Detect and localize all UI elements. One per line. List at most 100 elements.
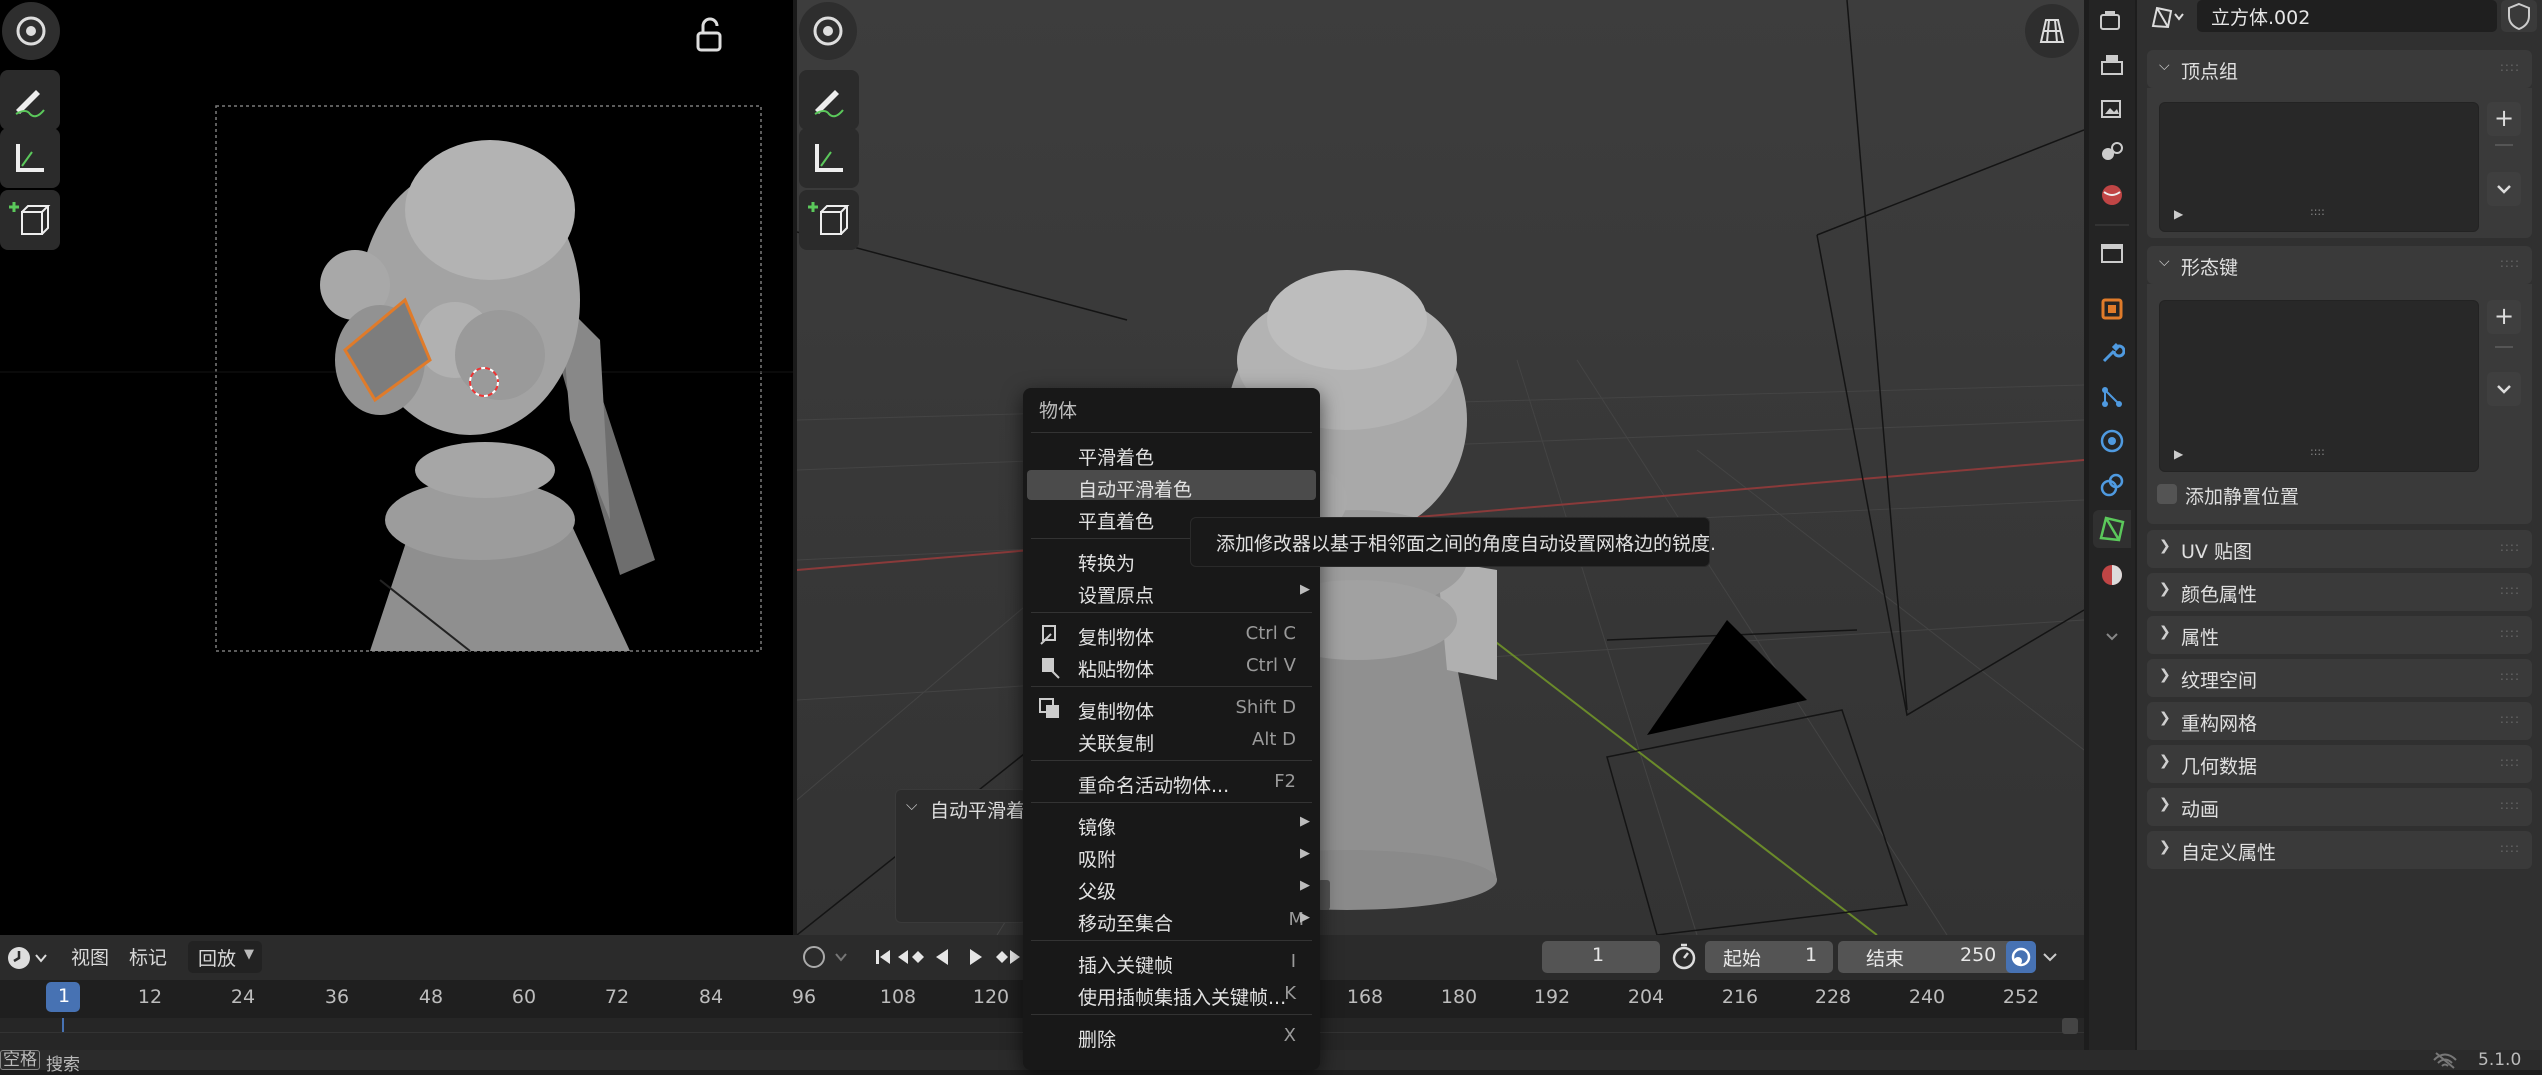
menu-item-shade-smooth[interactable]: 平滑着色	[1023, 438, 1320, 470]
navigate-gizmo[interactable]	[2, 2, 60, 60]
drag-grip-icon[interactable]: ::::	[2500, 540, 2520, 554]
vertex-groups-list[interactable]: ▶ ::::	[2159, 102, 2479, 232]
material-tab-icon[interactable]	[2099, 562, 2125, 588]
keying-toggle[interactable]	[800, 941, 860, 973]
add-shape-key-button[interactable]: +	[2487, 300, 2521, 334]
shape-keys-panel-header[interactable]: ⌵ 形态键 ::::	[2147, 246, 2532, 284]
physics-tab-icon[interactable]	[2099, 428, 2125, 454]
drag-grip-icon[interactable]: ::::	[2500, 60, 2520, 74]
menu-item-mirror[interactable]: 镜像 ▶	[1023, 808, 1320, 840]
drag-grip-icon[interactable]: ::::	[2500, 712, 2520, 726]
annotate-tool-button[interactable]	[0, 70, 60, 130]
editor-type-button[interactable]	[6, 943, 50, 973]
menu-view[interactable]: 视图	[71, 943, 109, 970]
menu-item-duplicate-linked[interactable]: 关联复制 Alt D	[1023, 724, 1320, 756]
menu-item-paste-objects[interactable]: 粘贴物体 Ctrl V	[1023, 650, 1320, 682]
menu-item-set-origin[interactable]: 设置原点 ▶	[1023, 576, 1320, 608]
annotate-tool-button-main[interactable]	[799, 70, 859, 130]
color-attributes-panel-header[interactable]: ❯ 颜色属性 ::::	[2147, 573, 2532, 611]
menu-separator	[1031, 940, 1312, 941]
chevron-down-icon[interactable]	[2040, 945, 2060, 969]
menu-item-delete[interactable]: 删除 X	[1023, 1020, 1320, 1052]
menu-item-rename-active[interactable]: 重命名活动物体... F2	[1023, 766, 1320, 798]
menu-item-move-to-collection[interactable]: 移动至集合 M ▶	[1023, 904, 1320, 936]
custom-properties-panel-header[interactable]: ❯ 自定义属性 ::::	[2147, 831, 2532, 869]
render-tab-icon[interactable]	[2099, 8, 2125, 34]
attributes-panel-header[interactable]: ❯ 属性 ::::	[2147, 616, 2532, 654]
stopwatch-icon[interactable]	[1670, 943, 1698, 971]
measure-tool-button[interactable]	[0, 128, 60, 188]
chevron-right-icon: ❯	[2159, 667, 2171, 683]
resize-grip-icon[interactable]: ::::	[2310, 445, 2325, 458]
collection-tab-icon[interactable]	[2099, 240, 2125, 266]
timeline-scrollbar[interactable]	[2062, 1018, 2078, 1034]
vertex-group-specials-button[interactable]	[2487, 172, 2521, 206]
drag-grip-icon[interactable]: ::::	[2500, 669, 2520, 683]
fake-user-button[interactable]	[2501, 0, 2537, 32]
keyframe-icon	[2011, 947, 2031, 967]
drag-grip-icon[interactable]: ::::	[2500, 841, 2520, 855]
menu-item-insert-keyframe-with-keying-set[interactable]: 使用插帧集插入关键帧... K	[1023, 978, 1320, 1010]
tooltip: 添加修改器以基于相邻面之间的角度自动设置网格边的锐度.	[1190, 517, 1716, 567]
constraints-tab-icon[interactable]	[2099, 472, 2125, 498]
texture-space-panel-header[interactable]: ❯ 纹理空间 ::::	[2147, 659, 2532, 697]
expand-arrow-icon[interactable]: ▶	[2174, 207, 2183, 221]
chevron-right-icon: ❯	[2159, 538, 2171, 554]
menu-item-insert-keyframe[interactable]: 插入关键帧 I	[1023, 946, 1320, 978]
chevron-down-icon[interactable]: ⌵	[906, 796, 917, 814]
view-layer-tab-icon[interactable]	[2099, 95, 2125, 121]
wrench-modifiers-tab-icon[interactable]	[2099, 340, 2125, 366]
start-frame-field[interactable]: 起始 1	[1705, 941, 1833, 973]
camera-viewport[interactable]	[0, 0, 793, 935]
add-cube-tool-button-main[interactable]	[799, 190, 859, 250]
auto-keying-toggle[interactable]	[2006, 941, 2036, 973]
geometry-data-panel-header[interactable]: ❯ 几何数据 ::::	[2147, 745, 2532, 783]
world-tab-icon[interactable]	[2099, 182, 2125, 208]
adjust-last-operation-panel[interactable]: ⌵ 自动平滑着色	[895, 789, 1044, 923]
drag-grip-icon[interactable]: ::::	[2500, 256, 2520, 270]
shape-key-specials-button[interactable]	[2487, 372, 2521, 406]
vertex-groups-panel-header[interactable]: ⌵ 顶点组 ::::	[2147, 50, 2532, 88]
expand-arrow-icon[interactable]: ▶	[2174, 447, 2183, 461]
playback-controls[interactable]	[872, 941, 1022, 973]
end-frame-field[interactable]: 结束 250	[1838, 941, 2020, 973]
drag-grip-icon[interactable]: ::::	[2500, 798, 2520, 812]
data-tab-active[interactable]	[2093, 510, 2131, 548]
menu-item-shade-auto-smooth[interactable]: 自动平滑着色	[1023, 470, 1320, 502]
lock-camera-icon[interactable]	[690, 16, 730, 56]
menu-item-copy-objects[interactable]: 复制物体 Ctrl C	[1023, 618, 1320, 650]
chevron-down-icon[interactable]	[2099, 624, 2125, 650]
add-vertex-group-button[interactable]: +	[2487, 102, 2521, 136]
menu-item-snap[interactable]: 吸附 ▶	[1023, 840, 1320, 872]
mesh-name-field[interactable]: 立方体.002	[2197, 0, 2497, 32]
drag-grip-icon[interactable]: ::::	[2500, 626, 2520, 640]
navigate-gizmo-main[interactable]	[799, 2, 857, 60]
playhead-line[interactable]	[62, 1018, 64, 1032]
remesh-panel-header[interactable]: ❯ 重构网格 ::::	[2147, 702, 2532, 740]
object-tab-icon[interactable]	[2099, 296, 2125, 322]
drag-grip-icon[interactable]: ::::	[2500, 755, 2520, 769]
current-frame-field[interactable]: 1	[1542, 941, 1660, 973]
ruler-mark: 168	[1346, 986, 1384, 1008]
add-rest-position-checkbox[interactable]	[2157, 484, 2177, 504]
animation-panel-header[interactable]: ❯ 动画 ::::	[2147, 788, 2532, 826]
playhead-frame-badge[interactable]: 1	[46, 982, 80, 1012]
resize-grip-icon[interactable]: ::::	[2310, 205, 2325, 218]
ruler-mark: 24	[230, 986, 256, 1008]
menu-item-parent[interactable]: 父级 ▶	[1023, 872, 1320, 904]
ruler-mark: 48	[418, 986, 444, 1008]
menu-marker[interactable]: 标记	[129, 943, 167, 970]
measure-tool-button-main[interactable]	[799, 128, 859, 188]
scene-tab-icon[interactable]	[2099, 138, 2125, 164]
output-tab-icon[interactable]	[2099, 52, 2125, 78]
particles-tab-icon[interactable]	[2099, 384, 2125, 410]
drag-grip-icon[interactable]: ::::	[2500, 583, 2520, 597]
toggle-grid-view-button[interactable]	[2025, 4, 2079, 58]
shape-keys-list[interactable]: ▶ ::::	[2159, 300, 2479, 472]
playback-dropdown[interactable]: 回放 ▼	[188, 941, 262, 973]
tab-divider	[2095, 224, 2129, 226]
add-cube-tool-button[interactable]	[0, 190, 60, 250]
menu-item-duplicate-objects[interactable]: 复制物体 Shift D	[1023, 692, 1320, 724]
data-browse-button[interactable]	[2149, 2, 2189, 32]
uv-maps-panel-header[interactable]: ❯ UV 贴图 ::::	[2147, 530, 2532, 568]
